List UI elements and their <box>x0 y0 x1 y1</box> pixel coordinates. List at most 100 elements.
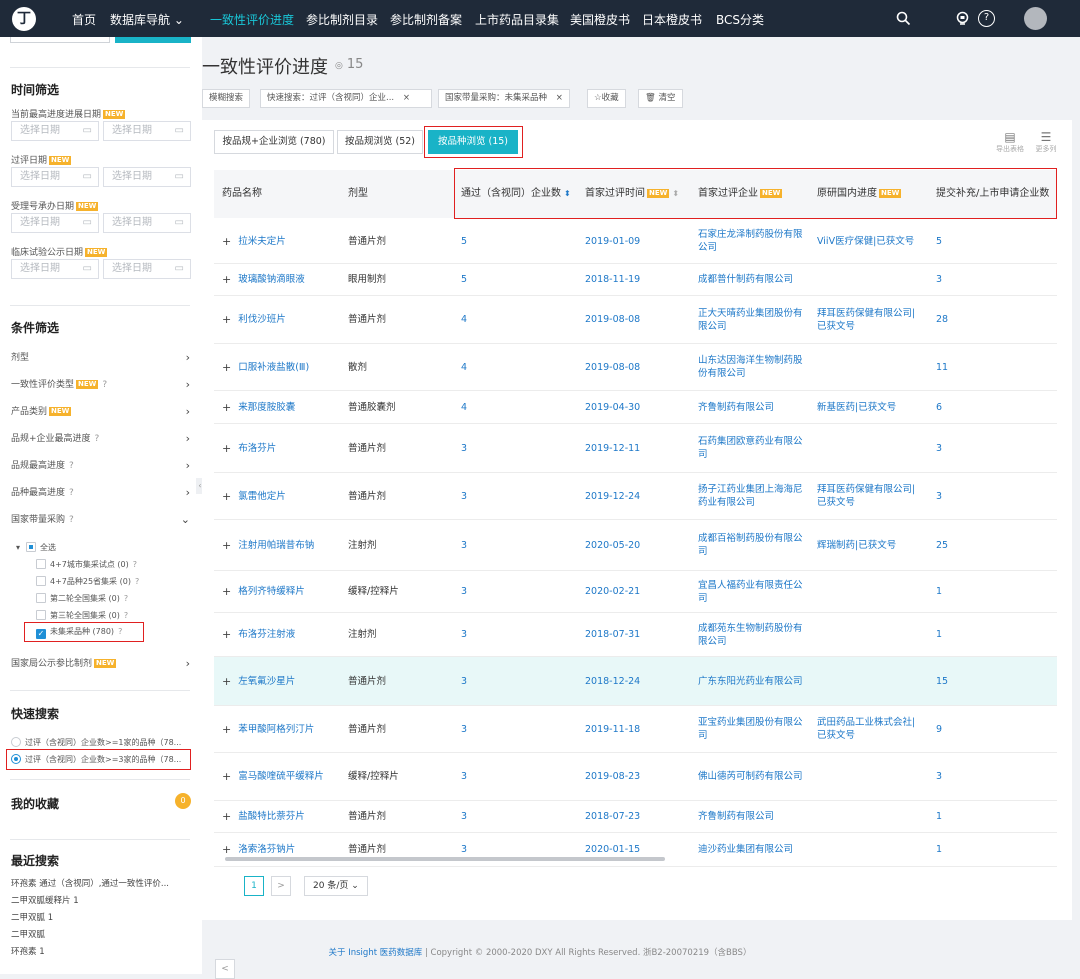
logo[interactable]: 丁 <box>12 7 36 31</box>
date-start-input[interactable]: 选择日期 ▭ <box>11 213 99 233</box>
cell-applicant-count-text[interactable]: 1 <box>936 810 942 823</box>
expand-row-icon[interactable]: + <box>222 539 231 552</box>
cell-applicant-count[interactable]: 11 <box>928 344 1057 390</box>
date-end-input[interactable]: 选择日期 ▭ <box>103 213 191 233</box>
cell-applicant-count[interactable]: 1 <box>928 801 1057 832</box>
table-row[interactable]: + 口服补液盐散(Ⅲ) 散剂 4 2019-08-08 山东达因海洋生物制药股份有限公司 1… <box>214 344 1057 391</box>
cell-applicant-count-text[interactable]: 15 <box>936 675 948 688</box>
cell-drug-name-text[interactable]: 来那度胺胶囊 <box>238 401 295 414</box>
tab-spec[interactable]: 按品规浏览 (52) <box>337 130 423 154</box>
expand-row-icon[interactable]: + <box>222 675 231 688</box>
table-row[interactable]: + 苯甲酸阿格列汀片 普通片剂 3 2019-11-18 亚宝药业集团股份有限公司 武田药品… <box>214 706 1057 753</box>
cell-drug-name[interactable]: + 利伐沙班片 <box>214 296 340 343</box>
cell-applicant-count-text[interactable]: 25 <box>936 539 948 552</box>
cell-passed-count[interactable]: 4 <box>453 344 577 390</box>
cell-applicant-count-text[interactable]: 3 <box>936 273 942 286</box>
cell-applicant-count-text[interactable]: 3 <box>936 490 942 503</box>
table-row[interactable]: + 盐酸特比萘芬片 普通片剂 3 2018-07-23 齐鲁制药有限公司 1 <box>214 801 1057 833</box>
cell-original-progress-text[interactable]: 武田药品工业株式会社|已获文号 <box>817 716 922 742</box>
cell-drug-name[interactable]: + 布洛芬注射液 <box>214 613 340 656</box>
cell-first-company-text[interactable]: 扬子江药业集团上海海尼药业有限公司 <box>698 483 803 509</box>
table-row[interactable]: + 利伐沙班片 普通片剂 4 2019-08-08 正大天晴药业集团股份有限公司 拜耳医药保… <box>214 296 1057 344</box>
cell-applicant-count-text[interactable]: 3 <box>936 442 942 455</box>
clear-button[interactable]: 🗑 清空 <box>638 89 683 108</box>
cell-drug-name[interactable]: + 富马酸喹硫平缓释片 <box>214 753 340 800</box>
cell-applicant-count[interactable]: 1 <box>928 613 1057 656</box>
cell-drug-name-text[interactable]: 布洛芬片 <box>238 442 276 455</box>
cell-applicant-count[interactable]: 1 <box>928 571 1057 612</box>
cell-drug-name-text[interactable]: 布洛芬注射液 <box>238 628 295 641</box>
cell-first-company-text[interactable]: 成都普什制药有限公司 <box>698 273 793 286</box>
horizontal-scrollbar[interactable] <box>225 857 665 861</box>
cell-passed-count[interactable]: 3 <box>453 657 577 705</box>
expand-row-icon[interactable]: + <box>222 628 231 641</box>
cell-drug-name[interactable]: + 洛索洛芬钠片 <box>214 833 340 866</box>
cell-first-date-text[interactable]: 2019-08-08 <box>585 313 640 326</box>
cell-applicant-count-text[interactable]: 1 <box>936 843 942 856</box>
procurement-option[interactable]: 4+7品种25省集采 (0)? <box>36 576 139 587</box>
checkbox[interactable] <box>26 542 37 552</box>
table-row[interactable]: + 来那度胺胶囊 普通胶囊剂 4 2019-04-30 齐鲁制药有限公司 新基医药|已获文号… <box>214 391 1057 424</box>
cell-first-date-text[interactable]: 2019-01-09 <box>585 235 640 248</box>
help-icon[interactable]: ? <box>978 10 995 27</box>
cell-original-progress[interactable] <box>809 613 928 656</box>
filter-spec-company-progress[interactable]: 品规+企业最高进度? › <box>11 432 192 446</box>
close-icon[interactable]: × <box>556 93 563 103</box>
column-header-name[interactable]: 药品名称 <box>214 170 340 218</box>
cell-first-date[interactable]: 2020-01-15 <box>577 833 690 866</box>
cell-first-company-text[interactable]: 迪沙药业集团有限公司 <box>698 843 793 856</box>
cell-drug-name[interactable]: + 布洛芬片 <box>214 424 340 472</box>
table-row[interactable]: + 左氧氟沙星片 普通片剂 3 2018-12-24 广东东阳光药业有限公司 15 <box>214 657 1057 706</box>
cell-first-date[interactable]: 2020-02-21 <box>577 571 690 612</box>
cell-passed-count[interactable]: 3 <box>453 833 577 866</box>
cell-first-date-text[interactable]: 2019-04-30 <box>585 401 640 414</box>
chip-quick-search[interactable]: 快速搜索：过评（含视同）企业... × <box>260 89 432 108</box>
cell-applicant-count[interactable]: 3 <box>928 473 1057 519</box>
date-end-input[interactable]: 选择日期 ▭ <box>103 167 191 187</box>
cell-first-company[interactable]: 成都普什制药有限公司 <box>690 264 809 295</box>
cell-passed-count[interactable]: 5 <box>453 264 577 295</box>
date-start-input[interactable]: 选择日期 ▭ <box>11 259 99 279</box>
cell-first-date-text[interactable]: 2018-07-23 <box>585 810 640 823</box>
cell-passed-count[interactable]: 3 <box>453 571 577 612</box>
filter-product-category[interactable]: 产品类别 NEW › <box>11 405 192 419</box>
cell-original-progress[interactable] <box>809 424 928 472</box>
expand-row-icon[interactable]: + <box>222 273 231 286</box>
cell-first-date[interactable]: 2019-12-24 <box>577 473 690 519</box>
cell-original-progress[interactable] <box>809 657 928 705</box>
cell-first-date[interactable]: 2019-11-18 <box>577 706 690 752</box>
cell-original-progress-text[interactable]: 辉瑞制药|已获文号 <box>817 539 896 552</box>
cell-passed-count-text[interactable]: 4 <box>461 401 467 414</box>
cell-drug-name[interactable]: + 氯雷他定片 <box>214 473 340 519</box>
cell-first-company-text[interactable]: 山东达因海洋生物制药股份有限公司 <box>698 354 803 380</box>
cell-passed-count[interactable]: 5 <box>453 219 577 263</box>
cell-original-progress-text[interactable]: ViiV医疗保健|已获文号 <box>817 235 914 248</box>
cell-passed-count-text[interactable]: 3 <box>461 810 467 823</box>
cell-drug-name-text[interactable]: 苯甲酸阿格列汀片 <box>238 723 314 736</box>
cell-first-date[interactable]: 2018-11-19 <box>577 264 690 295</box>
cell-passed-count-text[interactable]: 3 <box>461 490 467 503</box>
cell-passed-count-text[interactable]: 3 <box>461 843 467 856</box>
cell-first-company[interactable]: 扬子江药业集团上海海尼药业有限公司 <box>690 473 809 519</box>
page-1-button[interactable]: 1 <box>244 876 264 896</box>
cell-applicant-count-text[interactable]: 9 <box>936 723 942 736</box>
table-row[interactable]: + 拉米夫定片 普通片剂 5 2019-01-09 石家庄龙泽制药股份有限公司 ViiV医疗… <box>214 219 1057 264</box>
nav-bcs[interactable]: BCS分类 <box>716 11 764 28</box>
export-table-button[interactable]: ▤ 导出表格 <box>995 130 1025 154</box>
expand-row-icon[interactable]: + <box>222 313 231 326</box>
cell-passed-count[interactable]: 3 <box>453 706 577 752</box>
cell-drug-name-text[interactable]: 左氧氟沙星片 <box>238 675 295 688</box>
cell-first-company[interactable]: 山东达因海洋生物制药股份有限公司 <box>690 344 809 390</box>
cell-passed-count[interactable]: 3 <box>453 801 577 832</box>
cell-original-progress[interactable] <box>809 833 928 866</box>
cell-first-company[interactable]: 齐鲁制药有限公司 <box>690 391 809 423</box>
checkbox[interactable] <box>36 610 46 620</box>
expand-row-icon[interactable]: + <box>222 723 231 736</box>
cell-first-date-text[interactable]: 2019-11-18 <box>585 723 640 736</box>
cell-original-progress[interactable]: ViiV医疗保健|已获文号 <box>809 219 928 263</box>
recent-search-item[interactable]: 二甲双胍缓释片 1 <box>11 894 79 906</box>
table-row[interactable]: + 洛索洛芬钠片 普通片剂 3 2020-01-15 迪沙药业集团有限公司 1 <box>214 833 1057 867</box>
cell-passed-count[interactable]: 3 <box>453 753 577 800</box>
cell-first-company-text[interactable]: 正大天晴药业集团股份有限公司 <box>698 307 803 333</box>
cell-original-progress[interactable] <box>809 571 928 612</box>
